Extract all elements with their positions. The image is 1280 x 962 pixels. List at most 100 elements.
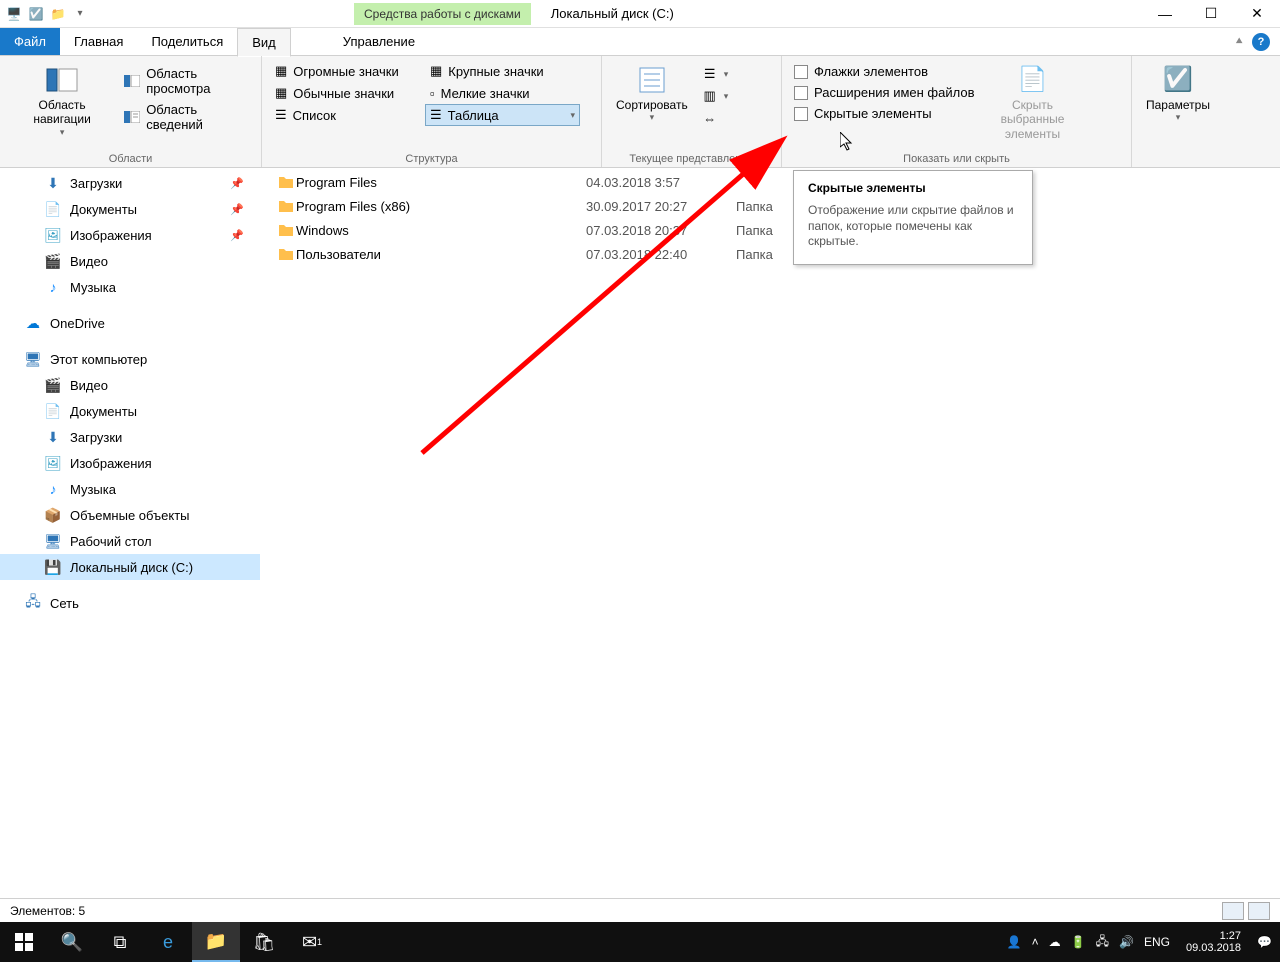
preview-pane-icon xyxy=(124,73,140,89)
qat-folder-icon[interactable]: 📁 xyxy=(50,6,66,22)
file-extensions-toggle[interactable]: Расширения имен файлов xyxy=(790,83,979,102)
file-name: Пользователи xyxy=(296,247,586,262)
mail-button[interactable]: ✉1 xyxy=(288,922,336,962)
sidebar-downloads[interactable]: ⬇Загрузки📌 xyxy=(0,170,260,196)
search-button[interactable]: 🔍 xyxy=(48,922,96,962)
file-date: 07.03.2018 20:37 xyxy=(586,223,736,238)
file-row[interactable]: Program Files 04.03.2018 3:57 xyxy=(260,170,1280,194)
onedrive-tray-icon[interactable]: ☁ xyxy=(1049,935,1061,949)
qat-properties-icon[interactable]: ☑️ xyxy=(28,6,44,22)
navigation-sidebar[interactable]: ⬇Загрузки📌 📄Документы📌 🖼Изображения📌 🎬Ви… xyxy=(0,168,260,898)
folder-icon xyxy=(276,197,296,215)
view-thumbnails-button[interactable] xyxy=(1248,902,1270,920)
notifications-icon[interactable]: 💬 xyxy=(1257,935,1272,949)
window-title: Локальный диск (C:) xyxy=(551,6,674,21)
options-button[interactable]: ☑️ Параметры ▾ xyxy=(1140,60,1216,127)
layout-huge-icons[interactable]: ▦Огромные значки xyxy=(270,60,425,82)
tooltip-title: Скрытые элементы xyxy=(808,181,1018,195)
layout-normal-icons[interactable]: ▦Обычные значки xyxy=(270,82,425,104)
system-menu-icon[interactable]: 🖥️ xyxy=(6,6,22,22)
hide-selected-button[interactable]: 📄 Скрыть выбранные элементы xyxy=(983,60,1083,145)
file-row[interactable]: Windows 07.03.2018 20:37 Папка xyxy=(260,218,1280,242)
sort-button[interactable]: Сортировать ▾ xyxy=(610,60,694,127)
sidebar-pc-3dobjects[interactable]: 📦Объемные объекты xyxy=(0,502,260,528)
file-name: Program Files xyxy=(296,175,586,190)
sidebar-pc-downloads[interactable]: ⬇Загрузки xyxy=(0,424,260,450)
view-details-button[interactable] xyxy=(1222,902,1244,920)
folder-icon xyxy=(276,245,296,263)
clock-date: 09.03.2018 xyxy=(1186,942,1241,954)
tab-view[interactable]: Вид xyxy=(237,28,291,57)
sidebar-this-pc[interactable]: 🖥Этот компьютер xyxy=(0,346,260,372)
status-item-count: Элементов: 5 xyxy=(10,904,85,918)
layout-list[interactable]: ☰Список xyxy=(270,104,425,126)
sidebar-local-disk-c[interactable]: 💾Локальный диск (C:) xyxy=(0,554,260,580)
details-pane-button[interactable]: Область сведений xyxy=(120,100,253,134)
layout-table[interactable]: ☰Таблица▾ xyxy=(425,104,580,126)
sidebar-pc-music[interactable]: ♪Музыка xyxy=(0,476,260,502)
contextual-tab-label: Средства работы с дисками xyxy=(354,3,531,25)
tab-file[interactable]: Файл xyxy=(0,28,60,55)
options-label: Параметры xyxy=(1146,98,1210,112)
hidden-items-toggle[interactable]: Скрытые элементы xyxy=(790,104,979,123)
tab-home[interactable]: Главная xyxy=(60,28,137,55)
network-icon[interactable]: 🖧 xyxy=(1096,932,1109,953)
preview-pane-label: Область просмотра xyxy=(146,66,249,96)
close-button[interactable]: ✕ xyxy=(1234,0,1280,28)
tab-manage[interactable]: Управление xyxy=(329,28,429,55)
navigation-pane-icon xyxy=(46,64,78,96)
minimize-ribbon-icon[interactable]: ⯅ xyxy=(1234,34,1244,49)
explorer-button[interactable]: 📁 xyxy=(192,922,240,962)
sort-label: Сортировать xyxy=(616,98,688,112)
item-checkboxes-toggle[interactable]: Флажки элементов xyxy=(790,62,979,81)
navigation-pane-button[interactable]: Область навигации ▾ xyxy=(8,60,116,142)
language-indicator[interactable]: ENG xyxy=(1144,935,1170,949)
file-date: 30.09.2017 20:27 xyxy=(586,199,736,214)
sidebar-onedrive[interactable]: ☁OneDrive xyxy=(0,310,260,336)
group-by-button[interactable]: ☰▾ xyxy=(698,64,733,84)
tray-expand-icon[interactable]: ˄ xyxy=(1032,935,1039,949)
pin-icon: 📌 xyxy=(230,203,244,216)
preview-pane-button[interactable]: Область просмотра xyxy=(120,64,253,98)
tab-share[interactable]: Поделиться xyxy=(137,28,237,55)
layout-small-icons[interactable]: ▫Мелкие значки xyxy=(425,82,580,104)
sidebar-pc-videos[interactable]: 🎬Видео xyxy=(0,372,260,398)
store-button[interactable]: 🛍 xyxy=(240,922,288,962)
details-pane-icon xyxy=(124,109,140,125)
group-show-label: Показать или скрыть xyxy=(790,151,1123,165)
task-view-button[interactable]: ⧉ xyxy=(96,922,144,962)
qat-dropdown-icon[interactable]: ▾ xyxy=(72,6,88,22)
file-date: 07.03.2018 22:40 xyxy=(586,247,736,262)
sidebar-network[interactable]: 🖧Сеть xyxy=(0,590,260,616)
sidebar-documents[interactable]: 📄Документы📌 xyxy=(0,196,260,222)
maximize-button[interactable]: ☐ xyxy=(1188,0,1234,28)
edge-button[interactable]: e xyxy=(144,922,192,962)
sidebar-videos[interactable]: 🎬Видео xyxy=(0,248,260,274)
add-columns-button[interactable]: ▥▾ xyxy=(698,86,733,106)
folder-icon xyxy=(276,221,296,239)
sidebar-pc-pictures[interactable]: 🖼Изображения xyxy=(0,450,260,476)
start-button[interactable] xyxy=(0,922,48,962)
file-row[interactable]: Program Files (x86) 30.09.2017 20:27 Пап… xyxy=(260,194,1280,218)
file-name: Windows xyxy=(296,223,586,238)
people-icon[interactable]: 👤 xyxy=(1007,935,1022,949)
layout-large-icons[interactable]: ▦Крупные значки xyxy=(425,60,580,82)
battery-icon[interactable]: 🔋 xyxy=(1071,935,1086,949)
file-type: Папка xyxy=(736,247,773,262)
sort-icon xyxy=(636,64,668,96)
sidebar-music[interactable]: ♪Музыка xyxy=(0,274,260,300)
tooltip-body: Отображение или скрытие файлов и папок, … xyxy=(808,203,1018,250)
sidebar-pictures[interactable]: 🖼Изображения📌 xyxy=(0,222,260,248)
sidebar-pc-documents[interactable]: 📄Документы xyxy=(0,398,260,424)
help-icon[interactable]: ? xyxy=(1252,33,1270,51)
minimize-button[interactable]: — xyxy=(1142,0,1188,28)
autosize-button[interactable]: ⇔ xyxy=(698,108,733,128)
pin-icon: 📌 xyxy=(230,177,244,190)
sidebar-pc-desktop[interactable]: 🖥Рабочий стол xyxy=(0,528,260,554)
navigation-pane-label: Область навигации xyxy=(14,98,110,127)
volume-icon[interactable]: 🔊 xyxy=(1119,935,1134,949)
file-list[interactable]: Program Files 04.03.2018 3:57 Program Fi… xyxy=(260,168,1280,898)
file-row[interactable]: Пользователи 07.03.2018 22:40 Папка xyxy=(260,242,1280,266)
file-type: Папка xyxy=(736,223,773,238)
taskbar-clock[interactable]: 1:27 09.03.2018 xyxy=(1180,930,1247,954)
